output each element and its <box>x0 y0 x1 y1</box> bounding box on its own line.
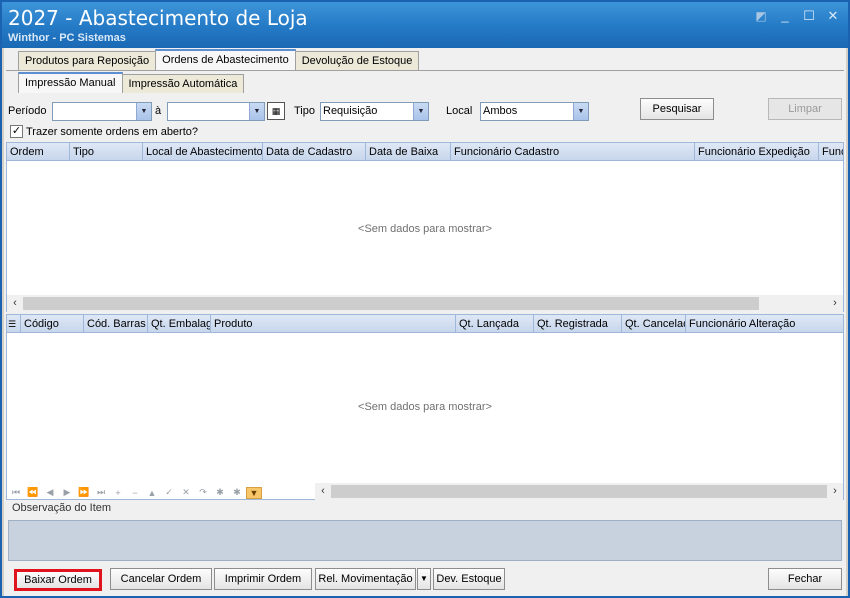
a-label: à <box>155 105 162 117</box>
observacao-label: Observação do Item <box>12 502 112 514</box>
title-bar: 2027 - Abastecimento de Loja Winthor - P… <box>2 2 848 48</box>
last-record-icon[interactable]: ⏭ <box>93 487 109 498</box>
dev-estoque-button[interactable]: Dev. Estoque <box>433 568 505 590</box>
scroll-right-icon[interactable]: › <box>827 483 843 500</box>
tab-devolucao-estoque[interactable]: Devolução de Estoque <box>294 51 420 70</box>
scroll-thumb[interactable] <box>23 297 759 310</box>
fechar-button[interactable]: Fechar <box>768 568 842 590</box>
items-empty-text: <Sem dados para mostrar> <box>358 401 492 413</box>
periodo-fim-field[interactable]: ▼ <box>167 102 265 121</box>
first-record-icon[interactable]: ⏮ <box>8 487 24 498</box>
col-codigo[interactable]: Código <box>21 315 84 332</box>
window-controls: ◩ _ ☐ ✕ <box>752 8 842 24</box>
col-data-cadastro[interactable]: Data de Cadastro <box>263 143 366 160</box>
tab-produtos-reposicao[interactable]: Produtos para Reposição <box>18 51 157 70</box>
periodo-inicio-field[interactable]: ▼ <box>52 102 152 121</box>
edit-window-icon[interactable]: ◩ <box>752 8 770 24</box>
tipo-select[interactable]: Requisição ▼ <box>320 102 429 121</box>
calendar-icon[interactable]: ▦ <box>267 102 285 120</box>
maximize-icon[interactable]: ☐ <box>800 8 818 24</box>
tipo-value: Requisição <box>323 105 378 117</box>
edit-icon[interactable]: ▲ <box>144 488 160 498</box>
record-navigator: ⏮ ⏪ ◀ ▶ ⏩ ⏭ + − ▲ ✓ ✕ ↷ ✱ ✱ ▼ <box>8 484 262 501</box>
scroll-left-icon[interactable]: ‹ <box>315 483 331 500</box>
items-grid-header: ☰ Código Cód. Barras Qt. Embalag Produto… <box>7 315 843 333</box>
chevron-down-icon[interactable]: ▼ <box>136 103 151 120</box>
orders-hscrollbar[interactable]: ‹ › <box>7 295 843 312</box>
periodo-label: Período <box>8 105 47 117</box>
col-data-baixa[interactable]: Data de Baixa <box>366 143 451 160</box>
col-produto[interactable]: Produto <box>211 315 456 332</box>
pesquisar-button[interactable]: Pesquisar <box>640 98 714 120</box>
baixar-ordem-button[interactable]: Baixar Ordem <box>14 569 102 591</box>
orders-grid-header: Ordem Tipo Local de Abastecimento Data d… <box>7 143 843 161</box>
cancelar-ordem-button[interactable]: Cancelar Ordem <box>110 568 212 590</box>
chevron-down-icon[interactable]: ▼ <box>249 103 264 120</box>
scroll-thumb[interactable] <box>331 485 827 498</box>
col-qt-lancada[interactable]: Qt. Lançada <box>456 315 534 332</box>
somente-abertas-checkbox[interactable]: ✓ <box>10 125 23 138</box>
window-title: 2027 - Abastecimento de Loja <box>8 6 308 30</box>
items-hscrollbar[interactable]: ‹ › <box>315 483 843 500</box>
rel-movimentacao-button[interactable]: Rel. Movimentação <box>315 568 416 590</box>
tab-impressao-automatica[interactable]: Impressão Automática <box>121 74 245 93</box>
limpar-button[interactable]: Limpar <box>768 98 842 120</box>
app-window: 2027 - Abastecimento de Loja Winthor - P… <box>0 0 850 598</box>
tab-impressao-manual[interactable]: Impressão Manual <box>18 72 123 93</box>
tipo-label: Tipo <box>294 105 315 117</box>
chevron-down-icon[interactable]: ▼ <box>573 103 588 120</box>
prev-page-icon[interactable]: ⏪ <box>25 487 41 498</box>
imprimir-ordem-button[interactable]: Imprimir Ordem <box>214 568 312 590</box>
col-tipo[interactable]: Tipo <box>70 143 143 160</box>
insert-icon[interactable]: + <box>110 488 126 498</box>
tab-ordens-abastecimento[interactable]: Ordens de Abastecimento <box>155 49 296 70</box>
chevron-down-icon[interactable]: ▼ <box>417 568 431 590</box>
orders-empty-text: <Sem dados para mostrar> <box>358 223 492 235</box>
col-funcionario-expedicao[interactable]: Funcionário Expedição <box>695 143 819 160</box>
window-subtitle: Winthor - PC Sistemas <box>8 32 126 44</box>
goto-bookmark-icon[interactable]: ✱ <box>229 487 245 498</box>
filter-icon[interactable]: ▼ <box>246 486 262 499</box>
column-chooser-icon[interactable]: ☰ <box>7 315 21 332</box>
local-select[interactable]: Ambos ▼ <box>480 102 589 121</box>
bookmark-icon[interactable]: ✱ <box>212 487 228 498</box>
client-area: Produtos para Reposição Ordens de Abaste… <box>4 48 846 596</box>
refresh-icon[interactable]: ↷ <box>195 487 211 498</box>
col-ordem[interactable]: Ordem <box>7 143 70 160</box>
post-icon[interactable]: ✓ <box>161 487 177 498</box>
items-grid: ☰ Código Cód. Barras Qt. Embalag Produto… <box>6 314 844 500</box>
scroll-right-icon[interactable]: › <box>827 295 843 312</box>
col-local-abastecimento[interactable]: Local de Abastecimento <box>143 143 263 160</box>
observacao-field[interactable] <box>8 520 842 561</box>
minimize-icon[interactable]: _ <box>776 8 794 24</box>
orders-grid: Ordem Tipo Local de Abastecimento Data d… <box>6 142 844 312</box>
main-tabs: Produtos para Reposição Ordens de Abaste… <box>18 49 420 71</box>
delete-icon[interactable]: − <box>127 488 143 498</box>
chevron-down-icon[interactable]: ▼ <box>413 103 428 120</box>
close-icon[interactable]: ✕ <box>824 8 842 24</box>
col-qt-embalag[interactable]: Qt. Embalag <box>148 315 211 332</box>
col-funcionario-cadastro[interactable]: Funcionário Cadastro <box>451 143 695 160</box>
col-func[interactable]: Func <box>819 143 843 160</box>
cancel-icon[interactable]: ✕ <box>178 487 194 498</box>
prev-record-icon[interactable]: ◀ <box>42 487 58 498</box>
local-value: Ambos <box>483 105 518 117</box>
col-qt-cancelada[interactable]: Qt. Cancelad <box>622 315 686 332</box>
col-cod-barras[interactable]: Cód. Barras <box>84 315 148 332</box>
col-funcionario-alteracao[interactable]: Funcionário Alteração <box>686 315 843 332</box>
col-qt-registrada[interactable]: Qt. Registrada <box>534 315 622 332</box>
somente-abertas-label: Trazer somente ordens em aberto? <box>26 126 199 138</box>
next-record-icon[interactable]: ▶ <box>59 487 75 498</box>
scroll-left-icon[interactable]: ‹ <box>7 295 23 312</box>
next-page-icon[interactable]: ⏩ <box>76 487 92 498</box>
sub-tabs: Impressão Manual Impressão Automática <box>18 72 245 93</box>
local-label: Local <box>446 105 473 117</box>
